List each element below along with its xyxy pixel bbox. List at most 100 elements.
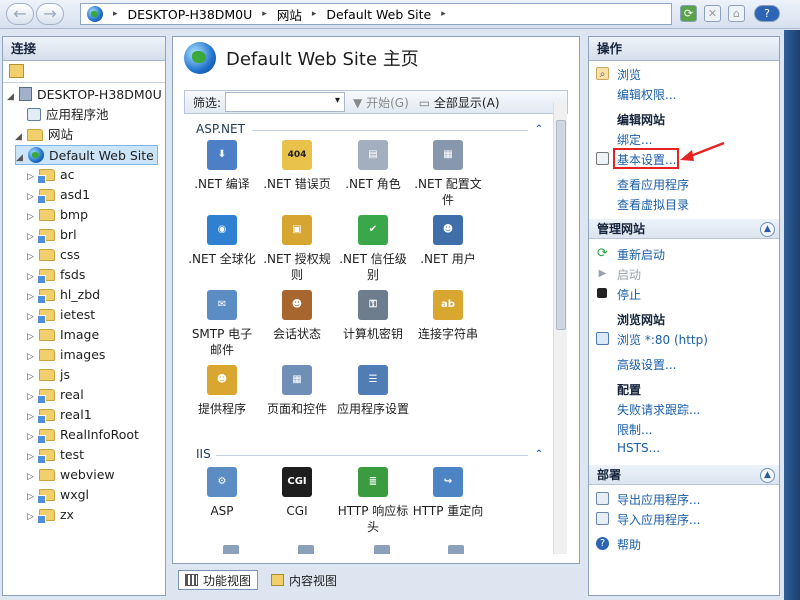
action-browse[interactable]: 浏览 [617, 66, 641, 83]
breadcrumb-server[interactable]: DESKTOP-H38DM0U [128, 7, 253, 22]
feature-tile[interactable]: ◉ .NET 全球化 [186, 215, 258, 267]
deploy-header[interactable]: 部署 [589, 465, 779, 485]
feature-tile[interactable]: ☻ 会话状态 [261, 290, 333, 342]
tree-item[interactable]: ◢ 网站 [15, 125, 73, 145]
action-restart[interactable]: 重新启动 [617, 246, 665, 263]
expand-arrow-icon[interactable]: ▷ [27, 427, 37, 447]
feature-tile[interactable]: ≣ HTTP 响应标头 [337, 467, 409, 535]
refresh-icon[interactable]: ⟳ [680, 5, 697, 22]
action-advanced-settings[interactable]: 高级设置... [617, 356, 676, 373]
expand-arrow-icon[interactable]: ▷ [27, 347, 37, 367]
manage-site-collapse-icon[interactable]: ▲ [760, 222, 775, 237]
expand-arrow-icon[interactable]: ▷ [27, 187, 37, 207]
feature-tile[interactable]: 404 .NET 错误页 [261, 140, 333, 192]
action-limits[interactable]: 限制... [617, 421, 652, 438]
home-icon[interactable]: ⌂ [728, 5, 745, 22]
expand-arrow-icon[interactable]: ▷ [27, 207, 37, 227]
tree-item[interactable]: ▷ real [27, 385, 84, 405]
expand-arrow-icon[interactable]: ▷ [27, 267, 37, 287]
forward-button[interactable]: → [36, 3, 64, 25]
expand-arrow-icon[interactable]: ▷ [27, 487, 37, 507]
tree-item[interactable]: ▷ hl_zbd [27, 285, 100, 305]
section-collapse-icon[interactable]: ⌃ [533, 449, 545, 461]
feature-tile[interactable]: ☰ 应用程序设置 [337, 365, 409, 417]
collapse-arrow-icon[interactable]: ◢ [16, 148, 26, 168]
action-stop[interactable]: 停止 [617, 286, 641, 303]
breadcrumb-site[interactable]: Default Web Site [326, 7, 431, 22]
tree-item[interactable]: ▷ ac [27, 165, 75, 185]
back-button[interactable]: ← [6, 3, 34, 25]
features-scrollbar[interactable] [553, 102, 567, 554]
tree-item[interactable]: ▷ Image [27, 325, 99, 345]
action-view-virtual-directories[interactable]: 查看虚拟目录 [617, 196, 689, 213]
expand-arrow-icon[interactable]: ▷ [27, 227, 37, 247]
section-collapse-icon[interactable]: ⌃ [533, 124, 545, 136]
action-bindings[interactable]: 绑定... [617, 131, 652, 148]
start-filter-button[interactable]: ▼ 开始(G) [353, 94, 409, 111]
connect-icon[interactable] [9, 64, 24, 78]
help-icon[interactable]: ? [754, 5, 780, 22]
stop-icon[interactable]: ✕ [704, 5, 721, 22]
collapse-arrow-icon[interactable]: ◢ [7, 87, 17, 107]
show-all-button[interactable]: ▭ 全部显示(A) [419, 94, 500, 111]
tree-item[interactable]: ▷ wxgl [27, 485, 89, 505]
filter-input[interactable] [225, 92, 346, 112]
feature-tile[interactable]: ⬇ .NET 编译 [186, 140, 258, 192]
tree-item[interactable]: ▷ bmp [27, 205, 88, 225]
tab-content-view[interactable]: 内容视图 [264, 570, 344, 590]
tree-item[interactable]: 应用程序池 [15, 105, 109, 125]
collapse-arrow-icon[interactable]: ◢ [15, 127, 25, 147]
tree-item[interactable]: ▷ css [27, 245, 80, 265]
section-header-1[interactable]: IIS [196, 447, 211, 461]
expand-arrow-icon[interactable]: ▷ [27, 307, 37, 327]
expand-arrow-icon[interactable]: ▷ [27, 387, 37, 407]
tree-item[interactable]: ▷ images [27, 345, 105, 365]
tree-item[interactable]: ▷ asd1 [27, 185, 90, 205]
action-import-application[interactable]: 导入应用程序... [617, 511, 700, 528]
expand-arrow-icon[interactable]: ▷ [27, 247, 37, 267]
feature-tile[interactable]: ab 连接字符串 [412, 290, 484, 342]
action-failed-request-tracing[interactable]: 失败请求跟踪... [617, 401, 700, 418]
tree-item[interactable]: ▷ test [27, 445, 84, 465]
scrollbar-thumb[interactable] [556, 120, 566, 330]
expand-arrow-icon[interactable]: ▷ [27, 287, 37, 307]
feature-tile[interactable]: ⚙ ASP [186, 467, 258, 519]
feature-tile[interactable]: ✔ .NET 信任级别 [337, 215, 409, 283]
manage-site-header[interactable]: 管理网站 [589, 219, 779, 239]
expand-arrow-icon[interactable]: ▷ [27, 467, 37, 487]
tree-item[interactable]: ▷ fsds [27, 265, 85, 285]
expand-arrow-icon[interactable]: ▷ [27, 167, 37, 187]
expand-arrow-icon[interactable]: ▷ [27, 407, 37, 427]
tree-item[interactable]: ◢ DESKTOP-H38DM0U (D [7, 85, 165, 105]
tree-item[interactable]: ▷ RealInfoRoot [27, 425, 139, 445]
feature-tile[interactable]: ▤ .NET 角色 [337, 140, 409, 192]
feature-tile[interactable]: ☻ 提供程序 [186, 365, 258, 417]
breadcrumb-sites[interactable]: 网站 [277, 5, 302, 24]
tab-features-view[interactable]: 功能视图 [178, 570, 259, 590]
expand-arrow-icon[interactable]: ▷ [27, 507, 37, 527]
tree-item[interactable]: ◢ Default Web Site [15, 145, 158, 165]
feature-tile[interactable]: CGI CGI [261, 467, 333, 519]
tree-item[interactable]: ▷ brl [27, 225, 77, 245]
section-header-0[interactable]: ASP.NET [196, 122, 245, 136]
tree-item[interactable]: ▷ ietest [27, 305, 95, 325]
feature-tile[interactable]: ▣ .NET 授权规则 [261, 215, 333, 283]
expand-arrow-icon[interactable]: ▷ [27, 447, 37, 467]
action-browse-port-80[interactable]: 浏览 *:80 (http) [617, 331, 708, 348]
feature-tile[interactable]: ↪ HTTP 重定向 [412, 467, 484, 519]
expand-arrow-icon[interactable]: ▷ [27, 367, 37, 387]
action-help[interactable]: 帮助 [617, 536, 641, 553]
tree-item[interactable]: ▷ real1 [27, 405, 92, 425]
address-bar[interactable]: ▸ DESKTOP-H38DM0U ▸ 网站 ▸ Default Web Sit… [80, 3, 672, 25]
action-edit-permissions[interactable]: 编辑权限... [617, 86, 676, 103]
deploy-collapse-icon[interactable]: ▲ [760, 468, 775, 483]
tree-item[interactable]: ▷ zx [27, 505, 74, 525]
feature-tile[interactable]: ⚿ 计算机密钥 [337, 290, 409, 342]
action-view-applications[interactable]: 查看应用程序 [617, 176, 689, 193]
action-export-application[interactable]: 导出应用程序... [617, 491, 700, 508]
expand-arrow-icon[interactable]: ▷ [27, 327, 37, 347]
feature-tile[interactable]: ▦ 页面和控件 [261, 365, 333, 417]
feature-tile[interactable]: ☻ .NET 用户 [412, 215, 484, 267]
tree-item[interactable]: ▷ webview [27, 465, 115, 485]
feature-tile[interactable]: ✉ SMTP 电子邮件 [186, 290, 258, 358]
